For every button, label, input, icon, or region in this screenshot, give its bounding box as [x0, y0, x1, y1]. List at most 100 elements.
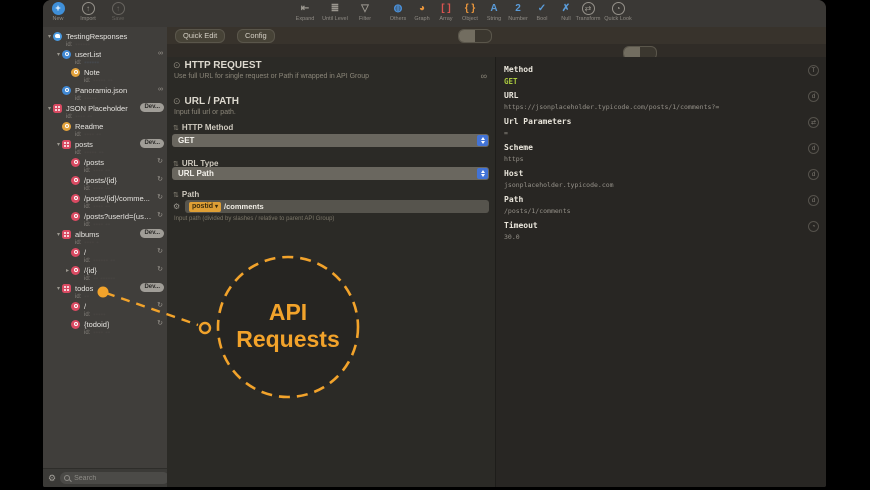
tree-item-id-row: id: ······ ··: [64, 257, 167, 264]
toolbar-button[interactable]: ◔ Quick Look: [603, 2, 633, 22]
disclosure-icon[interactable]: ▾: [46, 105, 53, 112]
toolbar-button[interactable]: A String: [482, 2, 506, 22]
sidebar-tree-item[interactable]: /posts/{id} ↻ id: ···· ··: [43, 174, 167, 192]
request-editor: ⊙ HTTP REQUEST Use full URL for single r…: [167, 57, 495, 487]
sidebar-tree-item[interactable]: ▾ posts Dev... id: ····· ··: [43, 138, 167, 156]
toolbar-button-icon: [ ]: [441, 3, 451, 14]
row-badge-icon[interactable]: d: [808, 169, 819, 180]
disclosure-icon[interactable]: ▾: [55, 51, 62, 58]
config-button[interactable]: Config: [237, 29, 275, 43]
toolbar-button[interactable]: 2 Number: [506, 2, 530, 22]
row-badge-icon[interactable]: ◔: [808, 221, 819, 232]
sidebar-tree-item[interactable]: / ↻ id: ······ ··: [43, 246, 167, 264]
toolbar-button[interactable]: ▽ Filter: [350, 2, 380, 22]
toolbar-button[interactable]: [ ] Array: [434, 2, 458, 22]
item-id-label: id:: [75, 131, 82, 138]
item-label: /posts/{id}: [84, 175, 117, 185]
reload-icon[interactable]: ↻: [157, 319, 163, 328]
toolbar-button[interactable]: ✓ Bool: [530, 2, 554, 22]
disclosure-icon[interactable]: ▾: [55, 285, 62, 292]
toolbar-button[interactable]: ◍ Others: [386, 2, 410, 22]
search-input[interactable]: [74, 474, 166, 482]
sidebar-tree-item[interactable]: Readme id: ···· ··: [43, 120, 167, 138]
sidebar-tree-item[interactable]: ▾ todos Dev... id: ··: [43, 282, 167, 300]
search-field[interactable]: [60, 472, 170, 484]
item-id-value: ··: [84, 293, 90, 300]
link-icon[interactable]: ∞: [158, 49, 163, 58]
quick-edit-button[interactable]: Quick Edit: [175, 29, 226, 43]
item-label: albums: [75, 229, 100, 239]
disclosure-icon[interactable]: ▾: [46, 33, 53, 40]
row-badge-icon[interactable]: T: [808, 65, 819, 76]
dropdown-stepper-icon: [477, 168, 488, 179]
toolbar-button-icon: ↑: [111, 2, 125, 15]
settings-gear-button[interactable]: ⚙: [48, 472, 56, 484]
sidebar-tree-item[interactable]: ▾ TestingResponses id: ······: [43, 30, 167, 48]
path-gear-icon[interactable]: ⚙: [173, 202, 180, 211]
reload-icon[interactable]: ↻: [157, 301, 163, 310]
tree-item-row: Panoramio.json ∞: [55, 84, 167, 95]
toolbar-button-label: Expand: [295, 16, 315, 22]
segment-option[interactable]: [459, 30, 475, 42]
row-badge-icon[interactable]: d: [808, 91, 819, 102]
sidebar-tree-item[interactable]: / ↻ id: ·····: [43, 300, 167, 318]
field-label-text: Path: [181, 190, 200, 199]
link-icon[interactable]: ∞: [158, 85, 163, 94]
inspector-row-value: GET: [504, 77, 518, 86]
item-id-label: id:: [84, 311, 91, 318]
toolbar-button[interactable]: ↑ Save: [103, 2, 133, 22]
url-type-dropdown[interactable]: URL Path: [172, 167, 489, 180]
disclosure-icon[interactable]: ▸: [64, 267, 71, 274]
toolbar-button[interactable]: ◕ Graph: [410, 2, 434, 22]
item-label: Readme: [75, 121, 104, 131]
toolbar-button-label: Object: [462, 16, 478, 22]
toolbar-group-left: + New ↑ Import ↑ Save: [43, 2, 133, 22]
reload-icon[interactable]: ↻: [157, 175, 163, 184]
sidebar-tree-item[interactable]: Panoramio.json ∞ id: ·····: [43, 84, 167, 102]
reload-icon[interactable]: ↻: [157, 157, 163, 166]
toolbar-button[interactable]: + New: [43, 2, 73, 22]
sidebar-tree-item[interactable]: ▸ /{id} ↻ id: ·· ······: [43, 264, 167, 282]
sidebar-tree-item[interactable]: /posts?userId={use... ↻ id: ···· ··: [43, 210, 167, 228]
toolbar-button[interactable]: { } Object: [458, 2, 482, 22]
tree-item-id-row: id: ····· ··: [64, 77, 167, 84]
sidebar-tree-item[interactable]: ▾ userList ∞ id: ······: [43, 48, 167, 66]
toolbar-button[interactable]: ↑ Import: [73, 2, 103, 22]
item-id-label: id:: [84, 185, 91, 192]
item-id-value: ······: [75, 41, 91, 48]
reload-icon[interactable]: ↻: [157, 265, 163, 274]
sidebar-tree-item[interactable]: {todoid} ↻ id: ···· ··: [43, 318, 167, 336]
tree-item-row: ▾ TestingResponses: [46, 30, 167, 41]
row-badge-icon[interactable]: d: [808, 195, 819, 206]
disclosure-icon[interactable]: ▾: [55, 231, 62, 238]
disclosure-icon[interactable]: ▾: [55, 141, 62, 148]
path-suffix-text: /comments: [224, 202, 264, 211]
toolbar-button[interactable]: ⇄ Transform: [573, 2, 603, 22]
http-method-dropdown[interactable]: GET: [172, 134, 489, 147]
inspector-row: Host jsonplaceholder.typicode.com d: [496, 165, 826, 191]
row-badge-icon[interactable]: ⇄: [808, 117, 819, 128]
sidebar-tree-item[interactable]: ▾ albums Dev... id: ···· ·: [43, 228, 167, 246]
segment-option[interactable]: [475, 30, 491, 42]
toolbar-button[interactable]: ⇤ Expand: [290, 2, 320, 22]
reload-icon[interactable]: ↻: [157, 211, 163, 220]
item-id-value: ···· ··: [93, 329, 111, 336]
path-token-text: postid: [192, 202, 213, 210]
toolbar-button-icon: ◕: [418, 3, 426, 14]
toolbar-button-label: Bool: [536, 16, 548, 22]
item-label: todos: [75, 283, 94, 293]
toolbar-button[interactable]: ≣ Until Level: [320, 2, 350, 22]
reload-icon[interactable]: ↻: [157, 193, 163, 202]
sidebar-tree-item[interactable]: Note id: ····· ··: [43, 66, 167, 84]
sidebar-tree-item[interactable]: /posts ↻ id: ···· ··: [43, 156, 167, 174]
reload-icon[interactable]: ↻: [157, 247, 163, 256]
section-link-icon[interactable]: ∞: [481, 71, 487, 81]
path-token[interactable]: postid ▾: [189, 201, 222, 212]
tree-item-id-row: id: ·· ······: [64, 275, 167, 282]
toolbar-button-icon: ⇄: [581, 2, 595, 15]
sidebar-tree-item[interactable]: /posts/{id}/comme... ↻ id: ···· ··: [43, 192, 167, 210]
sidebar-tree-item[interactable]: ▾ JSON Placeholder Dev... id: ···· ··: [43, 102, 167, 120]
row-badge-icon[interactable]: d: [808, 143, 819, 154]
path-input[interactable]: postid ▾ /comments: [185, 200, 489, 213]
toolbar-button-icon: 2: [515, 3, 521, 14]
